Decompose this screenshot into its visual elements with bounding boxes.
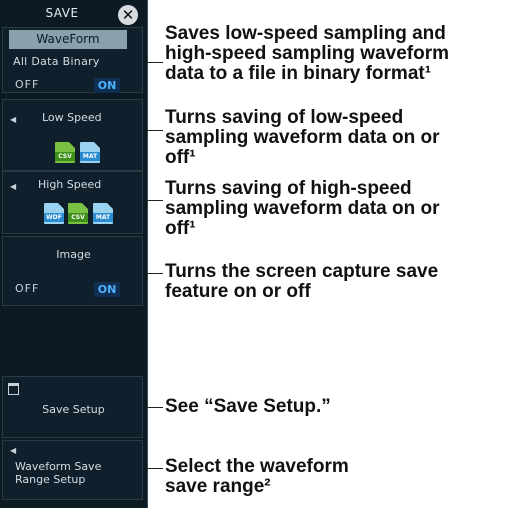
image-label: Image — [56, 248, 91, 261]
left-arrow-icon: ◀ — [10, 446, 17, 455]
annotation-all-data-binary: Saves low-speed sampling and high-speed … — [165, 23, 449, 84]
save-menu: SAVE ✕ WaveForm All Data Binary OFF ON ◀… — [0, 0, 148, 508]
image-off[interactable]: OFF — [15, 282, 39, 295]
left-arrow-icon: ◀ — [10, 182, 17, 191]
leader-line — [146, 130, 163, 131]
csv-file-icon: CSV — [55, 142, 75, 163]
annotation-save-setup: See “Save Setup.” — [165, 396, 331, 417]
wdf-file-icon: WDF — [44, 203, 64, 224]
all-data-binary-on[interactable]: ON — [94, 78, 120, 93]
low-speed-label: Low Speed — [42, 111, 102, 124]
csv-file-icon: CSV — [68, 203, 88, 224]
annotation-image: Turns the screen capture save feature on… — [165, 261, 439, 302]
all-data-binary-off[interactable]: OFF — [15, 78, 39, 91]
submenu-icon — [8, 383, 19, 395]
all-data-binary-label: All Data Binary — [13, 55, 100, 68]
leader-line — [146, 407, 163, 408]
annotation-low-speed: Turns saving of low-speed sampling wavef… — [165, 107, 440, 168]
annotation-high-speed: Turns saving of high-speed sampling wave… — [165, 178, 440, 239]
left-arrow-icon: ◀ — [10, 115, 17, 124]
mat-file-icon: MAT — [93, 203, 113, 224]
menu-title: SAVE — [45, 6, 79, 20]
annotation-save-range: Select the waveform save range² — [165, 456, 349, 497]
close-icon[interactable]: ✕ — [118, 5, 138, 25]
leader-line — [146, 273, 163, 274]
waveform-save-range-line1: Waveform Save — [15, 460, 102, 473]
waveform-save-range-line2: Range Setup — [15, 473, 86, 486]
image-on[interactable]: ON — [94, 282, 120, 297]
mat-file-icon: MAT — [80, 142, 100, 163]
tab-waveform[interactable]: WaveForm — [9, 30, 127, 49]
save-setup-label: Save Setup — [42, 403, 105, 416]
leader-line — [146, 62, 163, 63]
high-speed-label: High Speed — [38, 178, 102, 191]
image-panel — [2, 236, 143, 306]
leader-line — [146, 200, 163, 201]
menu-header: SAVE ✕ — [0, 0, 147, 26]
leader-line — [146, 468, 163, 469]
